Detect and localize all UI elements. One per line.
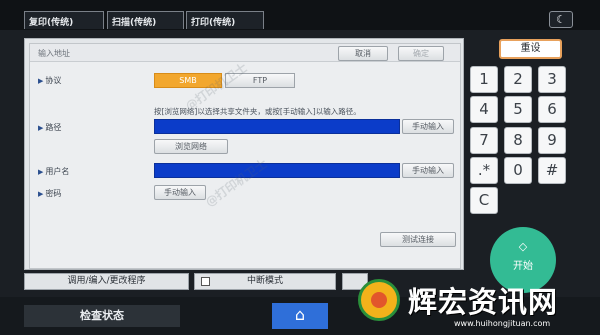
key-dot-star[interactable]: .* <box>470 157 498 184</box>
key-7[interactable]: 7 <box>470 127 498 154</box>
arrow-right-icon: ▶ <box>38 77 44 85</box>
brand-name: 辉宏资讯网 <box>408 285 559 319</box>
home-icon: ⌂ <box>294 305 306 324</box>
address-dialog: 输入地址 取消 确定 ▶ 协议 SMB FTP 按[浏览网络]以选择共享文件夹，或… <box>29 43 461 269</box>
tab-print-classic[interactable]: 打印(传统) <box>186 11 264 29</box>
username-field[interactable] <box>154 163 400 178</box>
reset-button[interactable]: 重设 <box>499 39 562 59</box>
tab-scan-classic[interactable]: 扫描(传统) <box>107 11 184 29</box>
key-8[interactable]: 8 <box>504 127 532 154</box>
start-label: 开始 <box>513 261 533 272</box>
password-label: ▶ 密码 <box>38 189 62 198</box>
username-manual-input-button[interactable]: 手动输入 <box>402 163 454 178</box>
key-6[interactable]: 6 <box>538 96 566 123</box>
moon-icon[interactable]: ☾ <box>549 11 573 28</box>
dialog-header: 输入地址 取消 确定 <box>30 44 460 62</box>
ok-button[interactable]: 确定 <box>398 46 444 61</box>
key-2[interactable]: 2 <box>504 66 532 93</box>
protocol-label: ▶ 协议 <box>38 76 62 85</box>
arrow-right-icon: ▶ <box>38 168 44 176</box>
key-1[interactable]: 1 <box>470 66 498 93</box>
arrow-right-icon: ▶ <box>38 124 44 132</box>
key-3[interactable]: 3 <box>538 66 566 93</box>
browse-network-button[interactable]: 浏览网络 <box>154 139 228 154</box>
path-field[interactable] <box>154 119 400 134</box>
path-hint: 按[浏览网络]以选择共享文件夹，或按[手动输入]以输入路径。 <box>154 107 361 116</box>
tab-copy-classic[interactable]: 复印(传统) <box>24 11 104 29</box>
arrow-right-icon: ▶ <box>38 190 44 198</box>
key-0[interactable]: 0 <box>504 157 532 184</box>
main-panel: 输入地址 取消 确定 ▶ 协议 SMB FTP 按[浏览网络]以选择共享文件夹，或… <box>24 38 464 270</box>
program-button[interactable]: 调用/编入/更改程序 <box>24 273 189 290</box>
password-manual-input-button[interactable]: 手动输入 <box>154 185 206 200</box>
key-hash[interactable]: # <box>538 157 566 184</box>
interrupt-mode-label: 中断模式 <box>246 276 283 286</box>
top-bar: 复印(传统) 扫描(传统) 打印(传统) ☾ <box>0 0 600 30</box>
key-9[interactable]: 9 <box>538 127 566 154</box>
username-label: ▶ 用户名 <box>38 167 70 176</box>
key-4[interactable]: 4 <box>470 96 498 123</box>
checkbox-icon <box>201 277 210 286</box>
orange-logo-icon <box>358 279 400 321</box>
interrupt-mode-button[interactable]: 中断模式 <box>194 273 336 290</box>
home-button[interactable]: ⌂ <box>272 303 328 329</box>
dialog-title: 输入地址 <box>38 49 70 58</box>
brand-url: www.huihongjituan.com <box>454 319 551 328</box>
path-manual-input-button[interactable]: 手动输入 <box>402 119 454 134</box>
cancel-button[interactable]: 取消 <box>338 46 388 61</box>
diamond-icon: ◇ <box>518 240 528 253</box>
path-label: ▶ 路径 <box>38 123 62 132</box>
check-status-button[interactable]: 检查状态 <box>24 305 180 327</box>
key-clear[interactable]: C <box>470 187 498 214</box>
test-connection-button[interactable]: 测试连接 <box>380 232 456 247</box>
brand-overlay: 辉宏资讯网 www.huihongjituan.com <box>352 275 600 335</box>
key-5[interactable]: 5 <box>504 96 532 123</box>
